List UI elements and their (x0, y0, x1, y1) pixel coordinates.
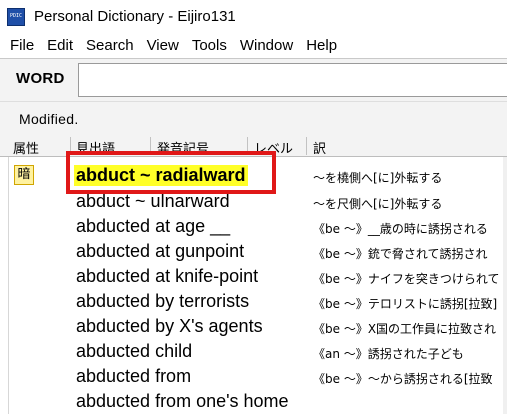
vertical-scrollbar[interactable] (503, 157, 507, 414)
translation: 《be ～》X国の工作員に拉致され (313, 322, 497, 336)
selection-highlight-box (66, 151, 276, 194)
translation: 《be ～》～から誘拐される[拉致 (313, 372, 493, 386)
translation: 《be ～》__歳の時に誘拐される (313, 222, 488, 236)
window-title: Personal Dictionary - Eijiro131 (34, 8, 236, 25)
headword: abducted at gunpoint (76, 241, 245, 261)
translation: 《an ～》誘拐された子ども (313, 347, 464, 361)
headword: abducted by terrorists (76, 291, 250, 311)
menu-file[interactable]: File (3, 37, 40, 54)
col-attribute[interactable]: 属性 (13, 138, 39, 157)
headword: abducted from one's home (76, 391, 289, 411)
status-bar: Modified. (0, 101, 507, 135)
translation: ～を尺側へ[に]外転する (313, 197, 443, 211)
list-item[interactable]: abducted at gunpoint 《be ～》銃で脅されて誘拐され (0, 241, 507, 266)
entry-list[interactable]: 暗 abduct ~ radialward ～を橈側へ[に]外転する abduc… (0, 157, 507, 414)
menu-bar: File Edit Search View Tools Window Help (0, 33, 507, 58)
title-bar: PDIC Personal Dictionary - Eijiro131 (0, 0, 507, 33)
headword: abducted at age __ (76, 216, 231, 236)
col-translation[interactable]: 訳 (313, 138, 326, 157)
list-item[interactable]: abducted at knife-point 《be ～》ナイフを突きつけられ… (0, 266, 507, 291)
headword: abducted at knife-point (76, 266, 259, 286)
list-item[interactable]: abducted at age __ 《be ～》__歳の時に誘拐される (0, 216, 507, 241)
list-item[interactable]: abducted child 《an ～》誘拐された子ども (0, 341, 507, 366)
headword: abduct ~ ulnarward (76, 191, 230, 211)
status-text: Modified. (19, 111, 79, 127)
list-item[interactable]: abducted by terrorists 《be ～》テロリストに誘拐[拉致… (0, 291, 507, 316)
translation: ～を橈側へ[に]外転する (313, 171, 443, 185)
translation: 《be ～》ナイフを突きつけられて (313, 272, 500, 286)
list-item[interactable]: abducted by X's agents 《be ～》X国の工作員に拉致され (0, 316, 507, 341)
menu-help[interactable]: Help (299, 37, 343, 54)
headword: abducted by X's agents (76, 316, 263, 336)
menu-search[interactable]: Search (79, 37, 140, 54)
word-search-input[interactable] (78, 63, 507, 97)
list-item[interactable]: abducted from one's home (0, 391, 507, 414)
translation: 《be ～》銃で脅されて誘拐され (313, 247, 488, 261)
word-label: WORD (16, 70, 65, 87)
menu-view[interactable]: View (140, 37, 185, 54)
headword: abducted child (76, 341, 193, 361)
list-item[interactable]: abduct ~ ulnarward ～を尺側へ[に]外転する (0, 191, 507, 216)
search-bar: WORD (0, 59, 507, 101)
headword: abducted from (76, 366, 192, 386)
list-item[interactable]: abducted from 《be ～》～から誘拐される[拉致 (0, 366, 507, 391)
col-divider[interactable] (306, 137, 307, 155)
menu-tools[interactable]: Tools (185, 37, 233, 54)
menu-window[interactable]: Window (233, 37, 299, 54)
translation: 《be ～》テロリストに誘拐[拉致] (313, 297, 498, 311)
menu-edit[interactable]: Edit (40, 37, 79, 54)
app-icon: PDIC (7, 7, 25, 26)
